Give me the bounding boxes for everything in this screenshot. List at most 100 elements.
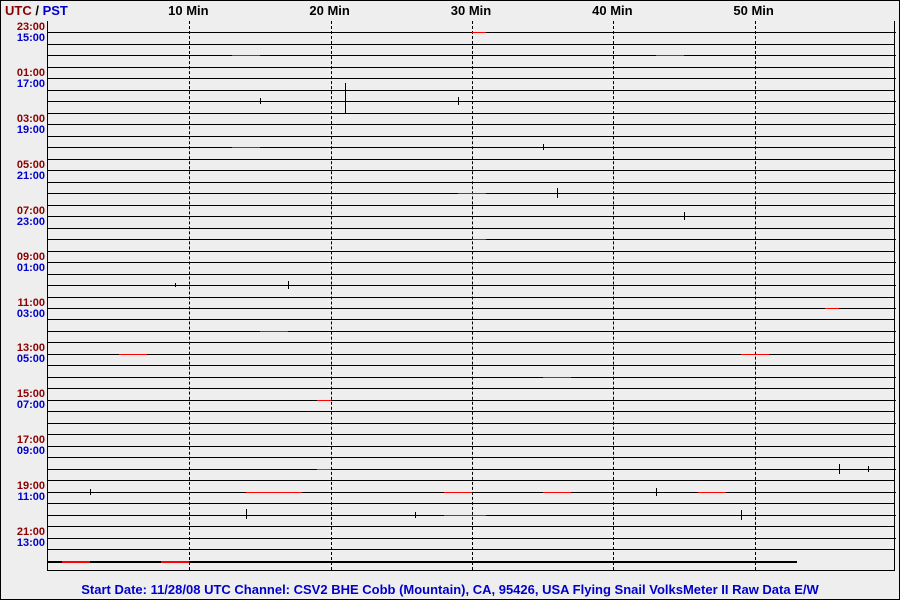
y-label-pst: 15:00 xyxy=(17,33,45,44)
y-label-pst: 03:00 xyxy=(17,309,45,320)
row-separator xyxy=(48,90,894,91)
trace-line xyxy=(48,170,896,171)
vertical-gridline xyxy=(472,21,473,570)
y-label-pst: 19:00 xyxy=(17,125,45,136)
y-label-pst: 13:00 xyxy=(17,538,45,549)
trace-line xyxy=(48,78,896,79)
row-separator xyxy=(48,526,894,527)
row-separator xyxy=(48,228,894,229)
y-label-pst: 05:00 xyxy=(17,354,45,365)
row-separator xyxy=(48,136,894,137)
spike xyxy=(656,488,657,496)
trace-line xyxy=(48,538,896,539)
red-segment xyxy=(246,492,303,493)
row-separator xyxy=(48,388,894,389)
y-label-pst: 11:00 xyxy=(17,492,45,503)
row-separator xyxy=(48,434,894,435)
y-label-utc: 07:00 xyxy=(17,206,45,217)
row-separator xyxy=(48,342,894,343)
row-separator xyxy=(48,205,894,206)
trace-line xyxy=(48,55,896,56)
red-segment xyxy=(232,147,260,148)
row-separator xyxy=(48,67,894,68)
row-separator xyxy=(48,274,894,275)
trace-line xyxy=(48,423,896,424)
y-axis-labels: 23:00 15:00 01:00 17:00 03:00 19:00 05:00 21:00… xyxy=(1,21,47,571)
spike xyxy=(175,283,176,287)
spike xyxy=(260,98,261,104)
spike xyxy=(839,464,840,474)
x-tick-label: 50 Min xyxy=(733,3,773,18)
trace-line xyxy=(48,400,896,401)
row-separator xyxy=(48,159,894,160)
red-segment xyxy=(543,492,571,493)
red-segment xyxy=(232,55,260,56)
red-segment xyxy=(472,32,486,33)
spike xyxy=(90,489,91,495)
red-segment xyxy=(825,308,839,309)
spike xyxy=(246,509,247,519)
red-segment xyxy=(741,354,769,355)
y-label-pst: 07:00 xyxy=(17,400,45,411)
header: UTC / PST 10 Min 20 Min 30 Min 40 Min 50 Min xyxy=(1,1,899,21)
spike xyxy=(755,489,756,495)
red-segment xyxy=(161,561,189,563)
seismogram-frame: UTC / PST 10 Min 20 Min 30 Min 40 Min 50 Min… xyxy=(0,0,900,600)
red-segment xyxy=(698,492,726,493)
trace-line xyxy=(48,354,896,355)
trace-line xyxy=(48,262,896,263)
row-separator xyxy=(48,503,894,504)
y-label-pst: 21:00 xyxy=(17,171,45,182)
trace-line xyxy=(48,308,896,309)
red-segment xyxy=(317,400,331,401)
y-label-pst: 23:00 xyxy=(17,217,45,228)
x-tick-label: 10 Min xyxy=(168,3,208,18)
row-separator xyxy=(48,113,894,114)
y-label-utc: 11:00 xyxy=(17,298,45,309)
row-separator xyxy=(48,44,894,45)
vertical-gridline xyxy=(755,21,756,570)
row-separator xyxy=(48,319,894,320)
y-label-pst: 17:00 xyxy=(17,79,45,90)
pst-label: PST xyxy=(43,3,68,18)
x-tick-label: 20 Min xyxy=(309,3,349,18)
red-segment xyxy=(472,239,486,240)
trace-line xyxy=(48,492,896,493)
row-separator xyxy=(48,480,894,481)
trace-line xyxy=(48,147,896,148)
y-label-utc: 09:00 xyxy=(17,252,45,263)
row-separator xyxy=(48,411,894,412)
red-segment xyxy=(62,561,90,563)
spike xyxy=(868,466,869,472)
spike xyxy=(684,212,685,220)
x-tick-label: 30 Min xyxy=(451,3,491,18)
vertical-gridline xyxy=(189,21,190,570)
row-separator xyxy=(48,457,894,458)
trace-line xyxy=(48,124,896,125)
spike xyxy=(415,512,416,518)
spike xyxy=(543,144,544,150)
red-segment xyxy=(444,515,486,516)
row-separator xyxy=(48,549,894,550)
trace-line xyxy=(48,101,896,102)
red-segment xyxy=(458,193,486,194)
spike xyxy=(741,510,742,520)
spike xyxy=(458,97,459,105)
trace-line xyxy=(48,446,896,447)
row-separator xyxy=(48,365,894,366)
x-tick-label: 40 Min xyxy=(592,3,632,18)
red-segment xyxy=(444,492,472,493)
green-segment xyxy=(317,469,331,470)
plot-area xyxy=(47,21,895,571)
utc-label: UTC xyxy=(5,3,32,18)
vertical-gridline xyxy=(613,21,614,570)
trace-line xyxy=(48,377,896,378)
y-label-pst: 01:00 xyxy=(17,263,45,274)
trace-line xyxy=(48,331,896,332)
red-segment xyxy=(260,331,288,332)
row-separator xyxy=(48,297,894,298)
tz-sep: / xyxy=(35,3,39,18)
trace-line xyxy=(48,469,896,470)
red-segment xyxy=(656,55,684,56)
row-separator xyxy=(48,182,894,183)
